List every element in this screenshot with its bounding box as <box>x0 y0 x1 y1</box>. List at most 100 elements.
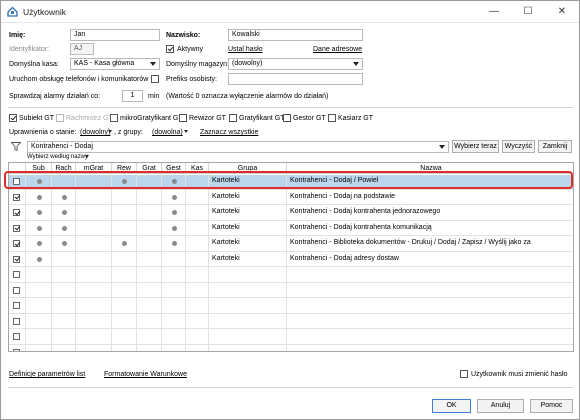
module-cell[interactable] <box>162 267 186 283</box>
role-checkbox-subiekt[interactable] <box>9 114 17 122</box>
module-cell[interactable] <box>137 282 162 298</box>
module-cell[interactable] <box>52 298 76 314</box>
module-cell[interactable] <box>137 267 162 283</box>
module-cell[interactable] <box>186 251 209 267</box>
minimize-button[interactable]: — <box>477 1 511 23</box>
module-cell[interactable] <box>186 189 209 205</box>
row-checkbox[interactable] <box>13 271 20 278</box>
module-cell[interactable] <box>76 267 112 283</box>
module-cell[interactable] <box>26 344 52 351</box>
module-cell[interactable] <box>162 344 186 351</box>
module-cell[interactable] <box>52 267 76 283</box>
row-checkbox[interactable] <box>13 240 20 247</box>
row-checkbox[interactable] <box>13 193 20 201</box>
module-cell[interactable] <box>26 329 52 345</box>
module-cell[interactable] <box>76 298 112 314</box>
row-checkbox[interactable] <box>13 317 20 325</box>
prefiks-input[interactable] <box>228 73 363 85</box>
telefon-checkbox[interactable] <box>151 75 159 83</box>
alarmy-input[interactable]: 1 <box>122 90 143 102</box>
role-checkbox-rewizor[interactable] <box>179 114 187 122</box>
wyczysc-button[interactable]: Wyczyść <box>502 140 535 153</box>
pomoc-button[interactable]: Pomoc <box>530 399 573 413</box>
filter-icon[interactable] <box>11 142 21 151</box>
formatowanie-link[interactable]: Formatowanie Warunkowe <box>104 371 187 378</box>
module-cell[interactable] <box>112 267 137 283</box>
module-cell[interactable] <box>162 251 186 267</box>
module-cell[interactable] <box>26 282 52 298</box>
module-cell[interactable] <box>186 220 209 236</box>
module-cell[interactable] <box>52 313 76 329</box>
module-cell[interactable] <box>52 251 76 267</box>
module-cell[interactable] <box>112 220 137 236</box>
module-cell[interactable] <box>112 329 137 345</box>
module-cell[interactable] <box>162 329 186 345</box>
module-cell[interactable] <box>137 205 162 221</box>
zamknij-button[interactable]: Zamknij <box>538 140 572 153</box>
module-cell[interactable] <box>137 298 162 314</box>
module-cell[interactable] <box>112 298 137 314</box>
module-cell[interactable] <box>186 298 209 314</box>
ustal-haslo-link[interactable]: Ustal hasło <box>228 46 263 53</box>
module-cell[interactable] <box>112 344 137 351</box>
row-checkbox[interactable] <box>13 333 20 340</box>
row-checkbox[interactable] <box>13 286 20 294</box>
aktywny-checkbox[interactable] <box>166 45 174 53</box>
module-cell[interactable] <box>137 189 162 205</box>
module-cell[interactable] <box>112 282 137 298</box>
module-cell[interactable] <box>26 267 52 283</box>
module-cell[interactable] <box>76 251 112 267</box>
row-checkbox[interactable] <box>13 348 20 351</box>
row-checkbox[interactable] <box>13 255 20 263</box>
kasa-select[interactable]: KAS - Kasa główna <box>70 58 160 70</box>
module-cell[interactable] <box>186 205 209 221</box>
imie-input[interactable]: Jan <box>70 29 160 41</box>
module-cell[interactable] <box>112 189 137 205</box>
grupa-dropdown[interactable]: (dowolna) <box>152 129 183 136</box>
maximize-button[interactable]: ☐ <box>511 1 545 23</box>
module-cell[interactable] <box>76 282 112 298</box>
module-cell[interactable] <box>186 282 209 298</box>
module-cell[interactable] <box>76 205 112 221</box>
module-cell[interactable] <box>112 205 137 221</box>
module-cell[interactable] <box>26 313 52 329</box>
module-cell[interactable] <box>76 329 112 345</box>
module-cell[interactable] <box>186 329 209 345</box>
module-cell[interactable] <box>137 329 162 345</box>
dane-adresowe-link[interactable]: Dane adresowe <box>313 46 362 53</box>
row-checkbox[interactable] <box>13 302 20 309</box>
module-cell[interactable] <box>52 344 76 351</box>
module-cell[interactable] <box>26 298 52 314</box>
module-cell[interactable] <box>186 344 209 351</box>
identyfikator-input[interactable]: AJ <box>70 43 94 55</box>
definicje-link[interactable]: Definicje parametrów list <box>9 371 85 378</box>
nazwisko-input[interactable]: Kowalski <box>228 29 363 41</box>
module-cell[interactable] <box>162 282 186 298</box>
module-cell[interactable] <box>112 313 137 329</box>
module-cell[interactable] <box>186 267 209 283</box>
zaznacz-wszystkie-link[interactable]: Zaznacz wszystkie <box>200 129 258 136</box>
role-checkbox-gestor[interactable] <box>283 114 291 122</box>
module-cell[interactable] <box>162 313 186 329</box>
module-cell[interactable] <box>137 251 162 267</box>
row-checkbox[interactable] <box>13 224 20 232</box>
module-cell[interactable] <box>76 313 112 329</box>
module-cell[interactable] <box>137 313 162 329</box>
module-cell[interactable] <box>162 298 186 314</box>
module-cell[interactable] <box>112 251 137 267</box>
role-checkbox-gratyfikant[interactable] <box>229 114 237 122</box>
module-cell[interactable] <box>137 220 162 236</box>
stan-dropdown[interactable]: (dowolny) <box>80 129 110 136</box>
module-cell[interactable] <box>76 236 112 252</box>
role-checkbox-kasiarz[interactable] <box>328 114 336 122</box>
search-combo[interactable]: Kontrahenci - Dodaj <box>27 141 449 153</box>
role-checkbox-rachmistrz[interactable] <box>56 114 64 122</box>
magazyn-select[interactable]: (dowolny) <box>228 58 363 70</box>
module-cell[interactable] <box>76 189 112 205</box>
module-cell[interactable] <box>52 282 76 298</box>
module-cell[interactable] <box>137 236 162 252</box>
role-checkbox-mikrogratyfikant[interactable] <box>110 114 118 122</box>
module-cell[interactable] <box>76 220 112 236</box>
module-cell[interactable] <box>76 344 112 351</box>
wybierz-wedlug-label[interactable]: Wybierz według nazwy <box>27 154 88 160</box>
